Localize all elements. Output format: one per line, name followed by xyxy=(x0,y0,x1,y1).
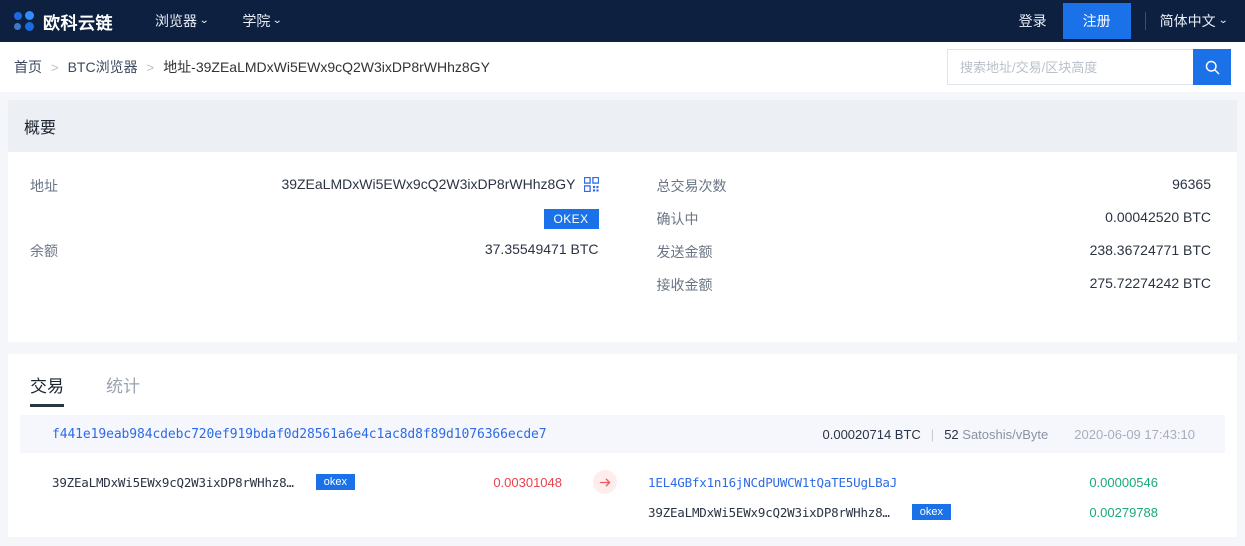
breadcrumb-current: 地址-39ZEaLMDxWi5EWx9cQ2W3ixDP8rWHhz8GY xyxy=(163,59,490,75)
arrow-right-icon xyxy=(593,470,617,494)
tab-transactions-label: 交易 xyxy=(30,377,64,396)
chevron-down-icon: ⌄ xyxy=(272,15,283,26)
address-label: 地址 xyxy=(30,178,58,194)
output-amount: 0.00000546 xyxy=(1089,474,1158,490)
tab-transactions[interactable]: 交易 xyxy=(30,372,64,407)
overview-body: 地址 39ZEaLMDxWi5EWx9cQ2W3ixDP8rWHhz8GY OK… xyxy=(8,152,1237,342)
overview-row-address: 地址 39ZEaLMDxWi5EWx9cQ2W3ixDP8rWHhz8GY xyxy=(30,176,599,196)
breadcrumb-separator: > xyxy=(146,59,155,75)
transaction-fee: 0.00020714 BTC xyxy=(822,426,921,442)
transaction-inputs: 39ZEaLMDxWi5EWx9cQ2W3ixDP8rWHhz8… okex 0… xyxy=(52,467,562,497)
transaction-io: 39ZEaLMDxWi5EWx9cQ2W3ixDP8rWHhz8… okex 0… xyxy=(20,453,1225,537)
search-bar xyxy=(947,49,1231,85)
output-address-tag[interactable]: okex xyxy=(911,504,951,520)
overview-card: 概要 地址 39ZEaLMDxWi5EWx9cQ2W3ixDP8rWHhz8GY xyxy=(8,100,1237,342)
overview-row-balance: 余额 37.35549471 BTC xyxy=(30,241,599,261)
qr-code-icon[interactable] xyxy=(583,176,599,192)
direction-arrow xyxy=(562,467,648,494)
nav-item-academy[interactable]: 学院 ⌄ xyxy=(242,11,283,31)
balance-value: 37.35549471 BTC xyxy=(484,241,599,257)
brand-name: 欧科云链 xyxy=(43,13,113,33)
nav-item-explorer[interactable]: 浏览器 ⌄ xyxy=(155,11,210,31)
nav-item-explorer-label: 浏览器 xyxy=(155,13,197,29)
tab-statistics-label: 统计 xyxy=(106,377,140,396)
address-tag-row: OKEX xyxy=(30,209,599,229)
fee-rate: 52 Satoshis/vByte xyxy=(944,427,1048,442)
received-label: 接收金额 xyxy=(656,277,713,293)
overview-left-column: 地址 39ZEaLMDxWi5EWx9cQ2W3ixDP8rWHhz8GY OK… xyxy=(8,176,623,308)
unconfirmed-value: 0.00042520 BTC xyxy=(1105,209,1211,225)
breadcrumb-separator: > xyxy=(51,59,59,75)
transactions-card: 交易 统计 f441e19eab984cdebc720ef919bdaf0d28… xyxy=(8,354,1237,537)
breadcrumb: 首页 > BTC浏览器 > 地址-39ZEaLMDxWi5EWx9cQ2W3ix… xyxy=(14,57,490,77)
overview-row-sent: 发送金额 238.36724771 BTC xyxy=(657,242,1212,262)
fee-rate-value: 52 xyxy=(944,426,959,442)
output-amount: 0.00279788 xyxy=(1089,504,1158,520)
brand-logo[interactable]: 欧科云链 xyxy=(14,9,113,34)
overview-right-column: 总交易次数 96365 确认中 0.00042520 BTC 发送金额 238.… xyxy=(623,176,1238,308)
table-row: 39ZEaLMDxWi5EWx9cQ2W3ixDP8rWHhz8… okex 0… xyxy=(648,497,1158,527)
top-navigation-bar: 欧科云链 浏览器 ⌄ 学院 ⌄ 登录 注册 简体中文 ⌄ xyxy=(0,0,1245,42)
search-button[interactable] xyxy=(1193,49,1231,85)
transaction-list: f441e19eab984cdebc720ef919bdaf0d28561a6e… xyxy=(8,407,1237,537)
table-row: 1EL4GBfx1n16jNCdPUWCW1tQaTE5UgLBaJ 0.000… xyxy=(648,467,1158,497)
page-title: 概要 xyxy=(24,120,57,137)
status-badge[interactable]: OKEX xyxy=(543,209,599,229)
tab-statistics[interactable]: 统计 xyxy=(106,372,140,407)
overview-row-tx-count: 总交易次数 96365 xyxy=(657,176,1212,196)
overview-card-header: 概要 xyxy=(8,100,1237,152)
input-address-tag[interactable]: okex xyxy=(315,474,355,490)
overview-row-unconfirmed: 确认中 0.00042520 BTC xyxy=(657,209,1212,229)
tab-list: 交易 统计 xyxy=(8,354,1237,407)
transaction-meta: 0.00020714 BTC | 52 Satoshis/vByte 2020-… xyxy=(823,427,1196,442)
meta-separator: | xyxy=(930,426,935,442)
overview-row-received: 接收金额 275.72274242 BTC xyxy=(657,275,1212,295)
login-link[interactable]: 登录 xyxy=(1003,11,1063,31)
register-button[interactable]: 注册 xyxy=(1062,3,1131,39)
output-address[interactable]: 1EL4GBfx1n16jNCdPUWCW1tQaTE5UgLBaJ xyxy=(648,475,897,490)
sent-label: 发送金额 xyxy=(656,244,713,260)
balance-label: 余额 xyxy=(30,243,58,259)
received-value: 275.72274242 BTC xyxy=(1089,275,1211,291)
page-root: 欧科云链 浏览器 ⌄ 学院 ⌄ 登录 注册 简体中文 ⌄ 首页 > BTC浏览器… xyxy=(0,0,1245,546)
logo-dots-icon xyxy=(14,10,35,32)
search-input[interactable] xyxy=(947,49,1193,85)
nav-item-academy-label: 学院 xyxy=(242,13,271,29)
sent-value: 238.36724771 BTC xyxy=(1089,242,1211,258)
transaction-header-row: f441e19eab984cdebc720ef919bdaf0d28561a6e… xyxy=(20,415,1225,453)
input-address[interactable]: 39ZEaLMDxWi5EWx9cQ2W3ixDP8rWHhz8… xyxy=(52,475,294,490)
chevron-down-icon: ⌄ xyxy=(198,15,210,26)
chevron-down-icon: ⌄ xyxy=(1217,15,1229,26)
address-value: 39ZEaLMDxWi5EWx9cQ2W3ixDP8rWHhz8GY xyxy=(281,176,576,192)
transaction-outputs: 1EL4GBfx1n16jNCdPUWCW1tQaTE5UgLBaJ 0.000… xyxy=(648,467,1158,527)
fee-rate-unit: Satoshis/vByte xyxy=(962,426,1049,442)
unconfirmed-label: 确认中 xyxy=(656,211,699,227)
language-selector[interactable]: 简体中文 ⌄ xyxy=(1160,11,1231,31)
breadcrumb-home[interactable]: 首页 xyxy=(14,57,42,77)
breadcrumb-bar: 首页 > BTC浏览器 > 地址-39ZEaLMDxWi5EWx9cQ2W3ix… xyxy=(0,42,1245,92)
tx-count-value: 96365 xyxy=(1172,176,1211,192)
breadcrumb-explorer[interactable]: BTC浏览器 xyxy=(68,57,138,77)
tx-count-label: 总交易次数 xyxy=(656,178,727,194)
search-icon xyxy=(1205,60,1219,74)
nav-divider xyxy=(1144,12,1146,30)
transaction-hash-link[interactable]: f441e19eab984cdebc720ef919bdaf0d28561a6e… xyxy=(52,427,547,442)
input-amount: 0.00301048 xyxy=(493,474,562,490)
table-row: 39ZEaLMDxWi5EWx9cQ2W3ixDP8rWHhz8… okex 0… xyxy=(52,467,562,497)
address-value-group: 39ZEaLMDxWi5EWx9cQ2W3ixDP8rWHhz8GY xyxy=(281,176,599,192)
language-label: 简体中文 xyxy=(1159,13,1216,29)
nav-menu: 浏览器 ⌄ 学院 ⌄ xyxy=(155,11,283,31)
transaction-timestamp: 2020-06-09 17:43:10 xyxy=(1074,426,1195,442)
nav-right-group: 登录 注册 简体中文 ⌄ xyxy=(1003,3,1231,39)
output-address[interactable]: 39ZEaLMDxWi5EWx9cQ2W3ixDP8rWHhz8… xyxy=(648,505,890,520)
